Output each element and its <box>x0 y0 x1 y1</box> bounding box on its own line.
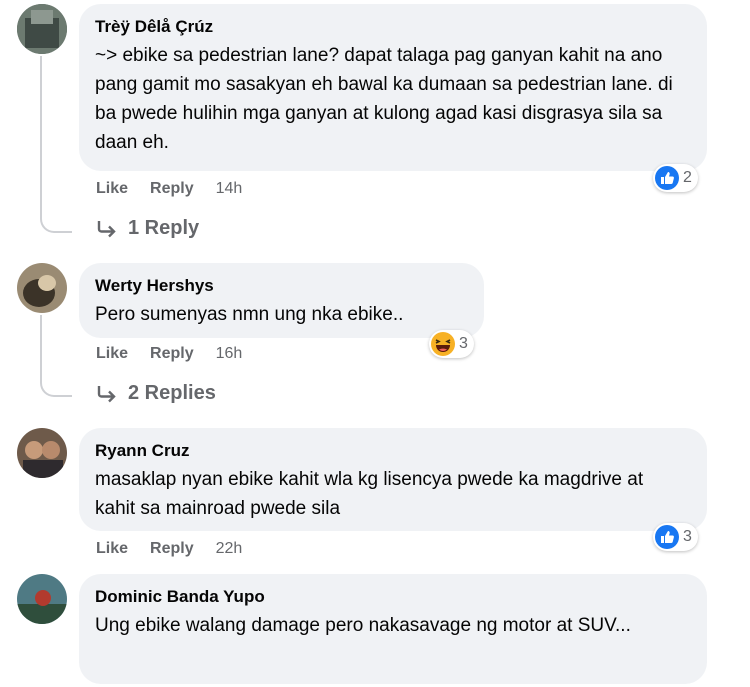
replies-label: 1 Reply <box>128 217 200 239</box>
avatar-image <box>17 4 67 54</box>
thread-line <box>40 315 72 397</box>
comment-text: Pero sumenyas nmn ung nka ebike.. <box>95 304 404 325</box>
comment-actions: Like Reply 22h <box>96 540 264 558</box>
comment-bubble: Ryann Cruz masaklap nyan ebike kahit wla… <box>79 428 707 531</box>
avatar[interactable] <box>17 574 67 624</box>
comment-timestamp[interactable]: 16h <box>216 345 243 363</box>
reaction-count[interactable]: 3 <box>429 330 474 358</box>
comment-bubble: Dominic Banda Yupo Ung ebike walang dama… <box>79 574 707 684</box>
view-replies-button[interactable]: 2 Replies <box>96 382 216 405</box>
reaction-count[interactable]: 3 <box>653 523 698 551</box>
reaction-count-value: 3 <box>459 335 468 352</box>
comment-actions: Like Reply 14h <box>96 180 264 198</box>
avatar[interactable] <box>17 4 67 54</box>
reply-button[interactable]: Reply <box>150 540 194 558</box>
reply-button[interactable]: Reply <box>150 345 194 363</box>
avatar[interactable] <box>17 263 67 313</box>
haha-icon <box>431 332 455 356</box>
like-button[interactable]: Like <box>96 345 128 363</box>
comment-text: masaklap nyan ebike kahit wla kg lisency… <box>95 469 644 519</box>
reaction-count[interactable]: 2 <box>653 164 698 192</box>
like-icon <box>655 166 679 190</box>
comment-timestamp[interactable]: 22h <box>216 540 243 558</box>
view-replies-button[interactable]: 1 Reply <box>96 217 199 240</box>
avatar-image <box>17 428 67 478</box>
comment-author[interactable]: Ryann Cruz <box>95 440 691 462</box>
comment-bubble: Trèÿ Dêlå Çrúz ~> ebike sa pedestrian la… <box>79 4 707 171</box>
reaction-count-value: 3 <box>683 528 692 545</box>
reaction-count-value: 2 <box>683 169 692 186</box>
like-button[interactable]: Like <box>96 180 128 198</box>
avatar-image <box>17 574 67 624</box>
like-icon <box>655 525 679 549</box>
comment-actions: Like Reply 16h <box>96 345 264 363</box>
avatar-image <box>17 263 67 313</box>
comment-bubble: Werty Hershys Pero sumenyas nmn ung nka … <box>79 263 484 338</box>
like-button[interactable]: Like <box>96 540 128 558</box>
comment-timestamp[interactable]: 14h <box>216 180 243 198</box>
comment-text: ~> ebike sa pedestrian lane? dapat talag… <box>95 45 673 153</box>
reply-button[interactable]: Reply <box>150 180 194 198</box>
comment-author[interactable]: Trèÿ Dêlå Çrúz <box>95 16 691 38</box>
avatar[interactable] <box>17 428 67 478</box>
reply-arrow-icon <box>97 220 116 237</box>
thread-line <box>40 56 72 233</box>
comment-text: Ung ebike walang damage pero nakasavage … <box>95 615 631 636</box>
reply-arrow-icon <box>97 385 116 402</box>
comment-author[interactable]: Werty Hershys <box>95 275 468 297</box>
replies-label: 2 Replies <box>128 382 216 404</box>
comment-author[interactable]: Dominic Banda Yupo <box>95 586 691 608</box>
